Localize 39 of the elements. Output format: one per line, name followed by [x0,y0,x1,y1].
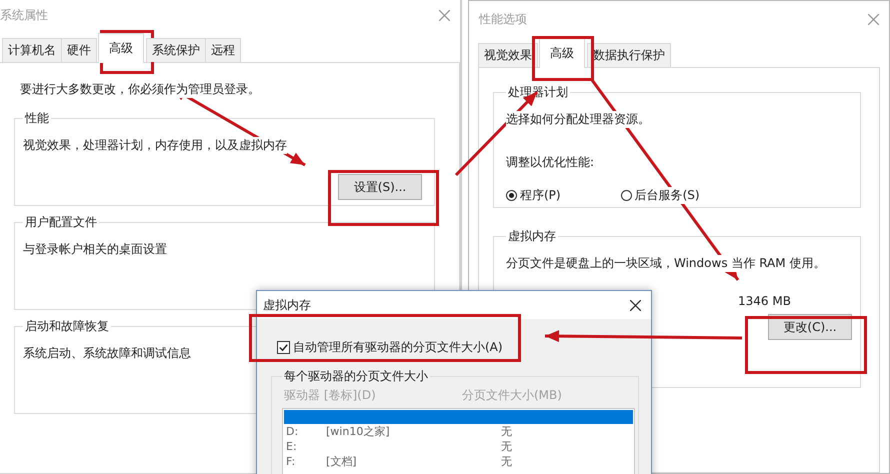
page-file-size: 无 [501,455,512,469]
page-file-size: 无 [501,425,512,439]
volume-label: [win10之家] [326,425,390,438]
window-title: 性能选项 [479,10,527,28]
close-icon[interactable] [630,300,641,310]
radio-option[interactable]: 后台服务(S) [620,187,700,204]
tab[interactable]: 视觉效果 [478,43,538,67]
volume-label: [文档] [326,455,357,468]
group-title: 性能 [24,110,50,127]
group-title: 用户配置文件 [24,214,98,231]
drive-letter: D: [286,425,298,438]
group-title: 虚拟内存 [507,228,557,245]
group-description: 与登录帐户相关的桌面设置 [23,241,167,258]
highlight-frame [532,36,594,81]
window-title: 虚拟内存 [263,296,311,314]
tab[interactable]: 高级 [539,38,585,68]
tab[interactable]: 系统保护 [146,38,206,62]
column-header: 分页文件大小(MB) [462,387,562,404]
settings-button[interactable]: 设置(S)... [338,174,422,200]
column-header: 驱动器 [卷标](D) [284,387,377,404]
tab[interactable]: 硬件 [61,38,97,62]
highlight-frame [100,30,154,74]
group-description: 系统启动、系统故障和调试信息 [23,345,191,362]
tab[interactable]: 远程 [205,38,241,62]
total-size: 1346 MB [738,294,792,308]
window-title: 系统属性 [0,6,48,24]
group-description: 视觉效果，处理器计划，内存使用，以及虚拟内存 [23,137,287,154]
drive-letter: F: [286,455,296,468]
group-title: 每个驱动器的分页文件大小 [283,368,429,385]
tab[interactable]: 计算机名 [2,38,62,62]
page-file-size: 无 [501,440,512,454]
radio-option[interactable]: 程序(P) [506,187,561,204]
tab[interactable]: 高级 [98,33,144,63]
checkbox-option[interactable]: 自动管理所有驱动器的分页文件大小(A) [277,339,639,356]
drive-letter: E: [286,440,297,453]
prompt-text: 调整以优化性能: [506,154,596,171]
checkbox[interactable] [277,341,290,354]
tab[interactable]: 数据执行保护 [587,43,671,67]
group-title: 启动和故障恢复 [24,318,110,335]
